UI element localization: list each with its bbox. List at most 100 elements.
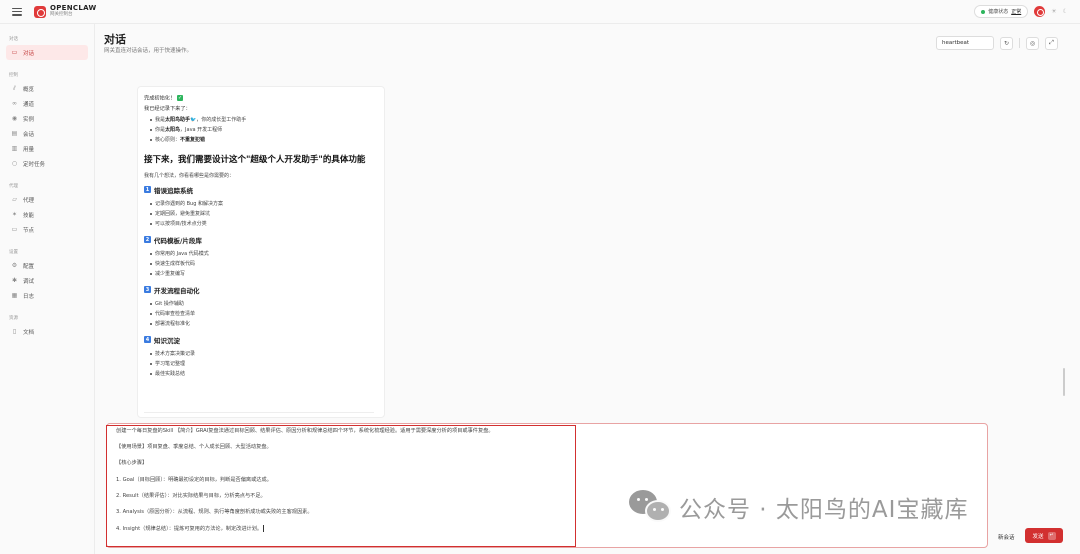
composer-line: 【使用场景】项目复盘、季度总结、个人成长回顾、大型活动复盘。 bbox=[116, 444, 272, 451]
composer-line: 4. Insight（规律总结）：提炼可复用的方法论，制定改进计划。 bbox=[116, 525, 264, 533]
sidebar-item-clock[interactable]: ○ 定时任务 bbox=[6, 156, 88, 171]
new-session-button[interactable]: 新会话 bbox=[998, 533, 1015, 541]
sidebar-group-label: 对话 bbox=[9, 37, 18, 42]
sidebar-item-label: 代理 bbox=[23, 197, 35, 204]
sidebar-item-bug[interactable]: ✱ 调试 bbox=[6, 273, 88, 288]
bug-icon: ✱ bbox=[11, 277, 18, 284]
sidebar-item-label: 技能 bbox=[23, 212, 35, 219]
feature-list: 你常用的 Java 代码模式 快速生成样板代码 减少重复编写 bbox=[150, 249, 374, 279]
divider bbox=[1019, 38, 1020, 48]
status-dot-icon bbox=[981, 9, 986, 14]
health-label: 健康状态 bbox=[988, 9, 1009, 15]
section-title-text: 代码模板/片段库 bbox=[154, 236, 202, 245]
list-item: 最佳实践总结 bbox=[150, 369, 374, 379]
feature-list: Git 操作辅助 代码审查检查清单 部署流程标准化 bbox=[150, 299, 374, 329]
radio-icon: ◉ bbox=[11, 115, 18, 122]
list-item: 记录你遇到的 Bug 和解决方案 bbox=[150, 199, 374, 209]
sidebar-item-label: 节点 bbox=[23, 227, 35, 234]
composer-line: 2. Result（结果评估）：对比实际结果与目标，分析亮点与不足。 bbox=[116, 492, 266, 499]
composer-line: 创建一个每日复盘的Skill 【简介】GRAI复盘法通过目标回顾、结果评估、原因… bbox=[116, 428, 494, 434]
divider bbox=[144, 412, 374, 413]
health-status-badge[interactable]: 健康状态 正常 bbox=[974, 5, 1029, 18]
composer-textarea[interactable]: 创建一个每日复盘的Skill 【简介】GRAI复盘法通过目标回顾、结果评估、原因… bbox=[116, 428, 576, 543]
sidebar-item-monitor[interactable]: ▭ 节点 bbox=[6, 222, 88, 237]
theme-system-icon[interactable] bbox=[1034, 6, 1046, 17]
app-logo: OPENCLAW 网关控制台 bbox=[34, 5, 97, 18]
list-item: 部署流程标准化 bbox=[150, 319, 374, 329]
top-bar: OPENCLAW 网关控制台 健康状态 正常 ☀ ☾ bbox=[0, 0, 1080, 24]
composer-line: 【核心步骤】 bbox=[116, 460, 148, 467]
number-badge: 2 bbox=[144, 236, 151, 244]
sidebar-item-label: 定时任务 bbox=[23, 161, 46, 168]
sidebar-item-book[interactable]: ▯ 文档 bbox=[6, 324, 88, 339]
list-item: 学习笔记整理 bbox=[150, 359, 374, 369]
sidebar-item-label: 配置 bbox=[23, 263, 35, 270]
number-badge: 4 bbox=[144, 336, 151, 344]
clock-icon: ○ bbox=[11, 160, 18, 167]
enter-key-icon: ↵ bbox=[1047, 531, 1056, 540]
sidebar-group-label: 资源 bbox=[9, 316, 18, 321]
spark-icon: ✶ bbox=[11, 211, 18, 218]
list-item: 核心原则：不重复犯错 bbox=[150, 135, 374, 145]
watermark: 公众号 · 太阳鸟的AI宝藏库 bbox=[629, 490, 968, 524]
sidebar-item-label: 用量 bbox=[23, 146, 35, 153]
send-label: 发送 bbox=[1032, 533, 1044, 540]
composer-line: 3. Analysis（原因分析）：从流程、规则、执行等角度剖析成功或失败的主客… bbox=[116, 509, 313, 516]
logo-icon bbox=[34, 5, 46, 18]
bar-icon: ▥ bbox=[11, 145, 18, 152]
brain-icon[interactable]: ◎ bbox=[1026, 36, 1039, 50]
header-tools: heartbeat ↻ ◎ ⤢ bbox=[936, 36, 1058, 50]
bold-text: 太阳鸟助手 bbox=[165, 116, 191, 123]
list-item: Git 操作辅助 bbox=[150, 299, 374, 309]
sidebar-item-log[interactable]: ▦ 日志 bbox=[6, 288, 88, 303]
link-icon: ∞ bbox=[12, 100, 17, 107]
feature-list: 记录你遇到的 Bug 和解决方案 定期回顾，避免重复踩坑 可以按项目/技术点分类 bbox=[150, 199, 374, 229]
moon-icon[interactable]: ☾ bbox=[1063, 8, 1068, 15]
sidebar-group-label: 设置 bbox=[9, 250, 18, 255]
chart-icon: ⫽ bbox=[13, 84, 16, 92]
list-item: 我是太阳鸟助手🐦，你的成长型工作助手 bbox=[150, 115, 374, 125]
assistant-message: 完成初始化！ ✓ 我已经记录下来了： 我是太阳鸟助手🐦，你的成长型工作助手 你是太阳… bbox=[137, 86, 385, 418]
sidebar-item-radio[interactable]: ◉ 实例 bbox=[6, 111, 88, 126]
scrollbar[interactable] bbox=[1063, 368, 1065, 396]
list-item: 减少重复编写 bbox=[150, 269, 374, 279]
sidebar-item-chat[interactable]: ▭ 对话 bbox=[6, 45, 88, 60]
sidebar-item-chart[interactable]: ⫽ 概览 bbox=[6, 81, 88, 96]
sidebar: 对话 ▭ 对话控制 ⫽ 概览 ∞ 通道 ◉ 实例 ▤ 会话 ▥ 用量 ○ 定时任务代理 ▱ 代理 ✶ 技能 ▭ 节点设置… bbox=[0, 24, 95, 554]
send-button[interactable]: 发送 ↵ bbox=[1025, 528, 1063, 543]
book-icon: ▯ bbox=[12, 328, 17, 335]
sidebar-item-label: 文档 bbox=[23, 329, 35, 336]
sun-icon[interactable]: ☀ bbox=[1051, 8, 1056, 15]
sidebar-item-spark[interactable]: ✶ 技能 bbox=[6, 207, 88, 222]
feature-section-title: 1 错误追踪系统 bbox=[144, 185, 374, 195]
bold-text: 太阳鸟 bbox=[165, 126, 181, 133]
number-badge: 3 bbox=[144, 286, 151, 294]
page-subtitle: 网关直连对话会话，用于快速操作。 bbox=[104, 48, 193, 54]
facts-list: 我是太阳鸟助手🐦，你的成长型工作助手 你是太阳鸟，Java 开发工程师 核心原则：不… bbox=[150, 115, 374, 145]
section-title-text: 错误追踪系统 bbox=[154, 186, 193, 195]
sidebar-group-label: 控制 bbox=[9, 73, 18, 78]
section-heading: 接下来，我们需要设计这个"超级个人开发助手"的具体功能 bbox=[144, 154, 366, 165]
sidebar-item-label: 实例 bbox=[23, 116, 35, 123]
sidebar-item-folder[interactable]: ▱ 代理 bbox=[6, 192, 88, 207]
sidebar-item-link[interactable]: ∞ 通道 bbox=[6, 96, 88, 111]
sidebar-item-label: 概览 bbox=[23, 86, 35, 93]
section-title-text: 开发流程自动化 bbox=[154, 286, 200, 295]
fullscreen-icon[interactable]: ⤢ bbox=[1045, 36, 1058, 50]
text-caret bbox=[263, 525, 264, 533]
session-key-input[interactable]: heartbeat bbox=[936, 36, 994, 50]
sidebar-item-gear[interactable]: ⚙ 配置 bbox=[6, 258, 88, 273]
feature-section-title: 2 代码模板/片段库 bbox=[144, 235, 374, 245]
intro-text: 我有几个想法，你看看哪些是你需要的： bbox=[144, 172, 235, 179]
refresh-icon[interactable]: ↻ bbox=[1000, 36, 1013, 50]
feature-list: 技术方案决策记录 学习笔记整理 最佳实践总结 bbox=[150, 349, 374, 379]
menu-icon[interactable] bbox=[12, 7, 22, 16]
gear-icon: ⚙ bbox=[11, 262, 18, 269]
list-item: 快速生成样板代码 bbox=[150, 259, 374, 269]
sidebar-item-file[interactable]: ▤ 会话 bbox=[6, 126, 88, 141]
sidebar-item-bar[interactable]: ▥ 用量 bbox=[6, 141, 88, 156]
list-item: 你常用的 Java 代码模式 bbox=[150, 249, 374, 259]
